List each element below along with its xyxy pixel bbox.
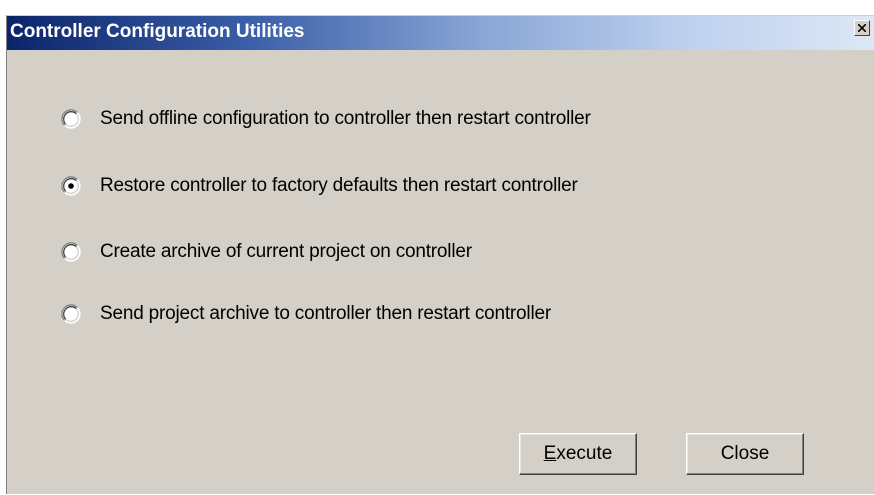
close-label: Close xyxy=(720,443,770,464)
option-send-project-archive[interactable]: Send project archive to controller then … xyxy=(61,302,551,326)
option-label: Restore controller to factory defaults t… xyxy=(100,175,578,196)
option-label: Send offline configuration to controller… xyxy=(100,108,591,129)
radio-button[interactable] xyxy=(61,109,81,129)
option-restore-factory-defaults[interactable]: Restore controller to factory defaults t… xyxy=(61,174,578,198)
execute-button[interactable]: Execute xyxy=(519,433,637,475)
radio-button[interactable] xyxy=(61,304,81,324)
window-title: Controller Configuration Utilities xyxy=(10,21,305,42)
close-x-icon xyxy=(858,24,866,32)
close-window-button[interactable] xyxy=(854,20,870,36)
execute-label: xecute xyxy=(556,443,613,464)
radio-button[interactable] xyxy=(61,242,81,262)
radio-button-selected[interactable] xyxy=(61,176,81,196)
option-send-offline-config[interactable]: Send offline configuration to controller… xyxy=(61,107,591,131)
execute-mnemonic: E xyxy=(543,443,557,464)
option-label: Send project archive to controller then … xyxy=(100,303,551,324)
dialog-body: Send offline configuration to controller… xyxy=(7,50,874,495)
dialog-window: Controller Configuration Utilities Send … xyxy=(6,15,874,494)
option-label: Create archive of current project on con… xyxy=(100,241,472,262)
radio-dot-icon xyxy=(68,183,74,189)
title-bar[interactable]: Controller Configuration Utilities xyxy=(7,16,874,50)
close-button[interactable]: Close xyxy=(686,433,804,475)
option-create-archive[interactable]: Create archive of current project on con… xyxy=(61,240,472,264)
